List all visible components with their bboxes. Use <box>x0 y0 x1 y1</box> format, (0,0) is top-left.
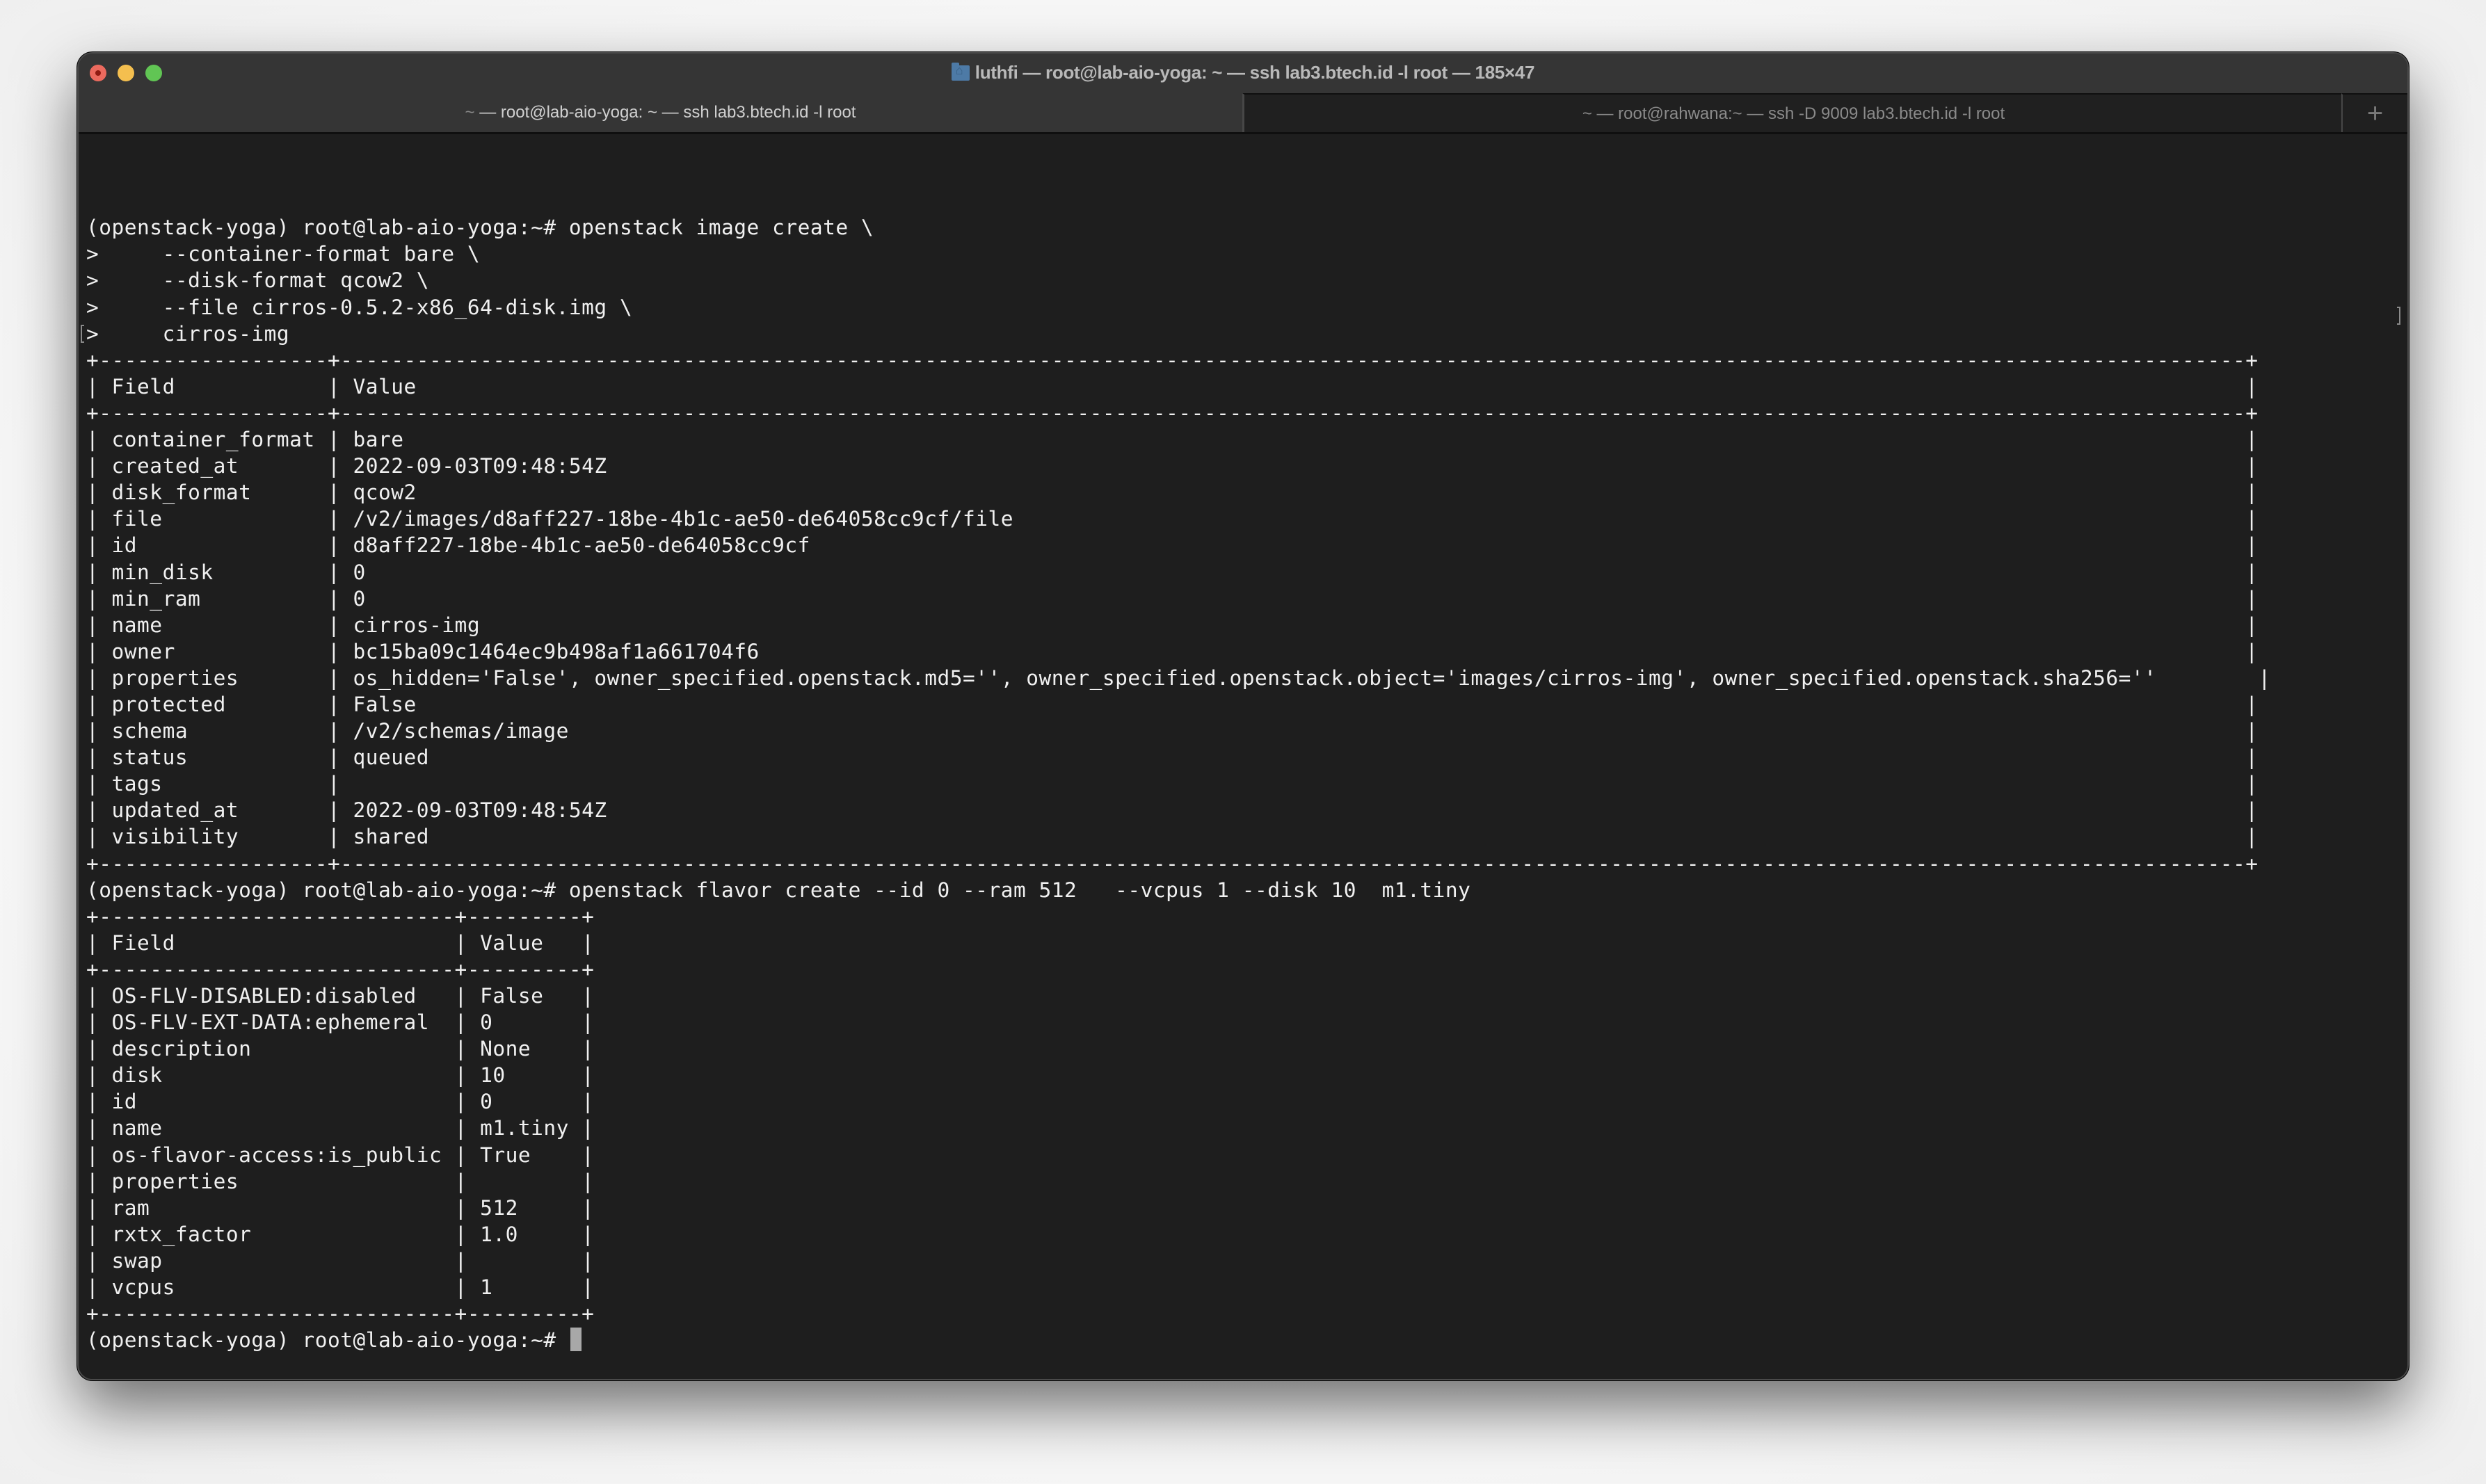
terminal-line: | Field | Value | <box>86 930 595 955</box>
text-cursor <box>570 1328 582 1352</box>
terminal-line: | id | d8aff227-18be-4b1c-ae50-de64058cc… <box>86 533 2259 558</box>
window-title-container: luthfi — root@lab-aio-yoga: ~ — ssh lab3… <box>79 62 2407 83</box>
tab-lab-aio-yoga[interactable]: ~ — root@lab-aio-yoga: ~ — ssh lab3.btec… <box>79 93 1242 132</box>
terminal-line: | disk_format | qcow2 | <box>86 481 2259 505</box>
terminal-line: | created_at | 2022-09-03T09:48:54Z | <box>86 454 2259 478</box>
terminal-line: | description | None | <box>86 1037 595 1061</box>
terminal-line: | file | /v2/images/d8aff227-18be-4b1c-a… <box>86 507 2259 531</box>
new-tab-button[interactable]: + <box>2341 93 2407 132</box>
terminal-line: > --container-format bare \ <box>86 242 481 266</box>
terminal-line: | min_ram | 0 | <box>86 586 2259 611</box>
command-mark-icon <box>81 324 84 343</box>
prompt-line[interactable]: (openstack-yoga) root@lab-aio-yoga:~# <box>86 1327 2407 1353</box>
terminal-line: > cirros-img <box>81 321 2407 347</box>
terminal-line: | vcpus | 1 | <box>86 1275 595 1300</box>
terminal-line: > --file cirros-0.5.2-x86_64-disk.img \ <box>86 295 633 319</box>
tab-label: — root@rahwana:~ — ssh -D 9009 lab3.btec… <box>1596 104 2005 123</box>
terminal-line: +------------------+--------------------… <box>86 401 2259 425</box>
title-bar[interactable]: luthfi — root@lab-aio-yoga: ~ — ssh lab3… <box>79 54 2407 93</box>
tab-bar: ~ — root@lab-aio-yoga: ~ — ssh lab3.btec… <box>79 93 2407 134</box>
terminal-line: | container_format | bare | <box>86 428 2259 452</box>
terminal-line: | properties | | <box>86 1169 595 1193</box>
tab-prefix: ~ <box>1582 104 1592 123</box>
terminal-line: | id | 0 | <box>86 1090 595 1114</box>
terminal-output[interactable]: (openstack-yoga) root@lab-aio-yoga:~# op… <box>81 134 2407 1379</box>
shell-prompt: (openstack-yoga) root@lab-aio-yoga:~# <box>86 1328 569 1353</box>
terminal-line: | protected | False | <box>86 692 2259 716</box>
terminal-window: luthfi — root@lab-aio-yoga: ~ — ssh lab3… <box>77 52 2409 1380</box>
terminal-line: | visibility | shared | <box>86 825 2259 849</box>
terminal-line: | Field | Value | <box>86 374 2259 398</box>
terminal-line: | name | m1.tiny | <box>86 1116 595 1140</box>
terminal-line: +------------------+--------------------… <box>86 851 2259 876</box>
terminal-line: +----------------------------+---------+ <box>86 904 595 928</box>
terminal-line: | ram | 512 | <box>86 1195 595 1220</box>
terminal-line: (openstack-yoga) root@lab-aio-yoga:~# op… <box>86 878 1471 902</box>
terminal-line: | os-flavor-access:is_public | True | <box>86 1143 595 1167</box>
terminal-line: +----------------------------+---------+ <box>86 1302 595 1326</box>
folder-home-icon <box>951 63 970 81</box>
tab-prefix: ~ <box>465 103 475 122</box>
terminal-line: | properties | os_hidden='False', owner_… <box>86 666 2271 690</box>
terminal-line: | disk | 10 | <box>86 1063 595 1088</box>
terminal-line: | rxtx_factor | 1.0 | <box>86 1222 595 1246</box>
terminal-line: > --disk-format qcow2 \ <box>86 268 430 293</box>
terminal-line: | name | cirros-img | <box>86 613 2259 637</box>
terminal-line: (openstack-yoga) root@lab-aio-yoga:~# op… <box>86 216 874 240</box>
terminal-line: | OS-FLV-DISABLED:disabled | False | <box>86 984 595 1008</box>
tab-rahwana[interactable]: ~ — root@rahwana:~ — ssh -D 9009 lab3.bt… <box>1242 93 2343 132</box>
terminal-line: | owner | bc15ba09c1464ec9b498af1a661704… <box>86 639 2259 663</box>
terminal-line: | status | queued | <box>86 745 2259 770</box>
window-title: luthfi — root@lab-aio-yoga: ~ — ssh lab3… <box>975 62 1535 83</box>
terminal-line: | OS-FLV-EXT-DATA:ephemeral | 0 | <box>86 1010 595 1035</box>
terminal-line: | schema | /v2/schemas/image | <box>86 719 2259 743</box>
terminal-line: | tags | | <box>86 772 2259 796</box>
terminal-line: +----------------------------+---------+ <box>86 957 595 981</box>
terminal-line: | updated_at | 2022-09-03T09:48:54Z | <box>86 798 2259 823</box>
terminal-line: | min_disk | 0 | <box>86 560 2259 584</box>
terminal-line: | swap | | <box>86 1248 595 1273</box>
tab-label: — root@lab-aio-yoga: ~ — ssh lab3.btech.… <box>479 103 856 122</box>
terminal-line: +------------------+--------------------… <box>86 348 2259 372</box>
